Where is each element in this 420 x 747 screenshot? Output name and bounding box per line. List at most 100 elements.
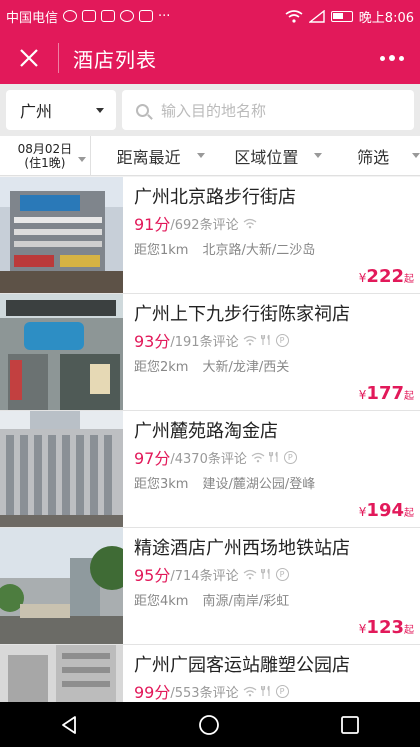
more-menu-button[interactable] [364,32,420,84]
currency-symbol: ¥ [358,622,367,636]
sort-dropdown[interactable]: 距离最近 [91,136,207,175]
area-dropdown[interactable]: 区域位置 [207,136,327,175]
dining-icon [260,568,270,579]
hotel-photo [0,528,123,644]
rating-line: 99分 /553条评论 P [134,679,289,702]
hotel-name: 广州上下九步行街陈家祠店 [134,304,350,325]
review-count: /692条评论 [170,217,239,233]
app-icon [120,10,135,22]
area-tags: 北京路/大新/二沙岛 [202,243,316,258]
hotel-photo [0,294,123,410]
search-icon [136,103,149,117]
price-suffix: 起 [404,625,414,636]
hotel-photo [0,177,123,293]
review-count: /4370条评论 [170,451,247,467]
price-tag: ¥222 起 [359,266,414,287]
chevron-down-icon [77,157,86,162]
hotel-score: 93分 [134,332,171,351]
area-tags: 大新/龙津/西关 [202,360,290,375]
hotel-item[interactable]: 广州上下九步行街陈家祠店 93分 /191条评论 P 距您2km 大新/龙津/西关… [0,294,420,411]
app-icon [139,10,154,22]
wifi-icon [243,686,256,696]
home-icon[interactable] [198,714,220,736]
review-count: /191条评论 [170,334,239,350]
distance: 距您1km [134,243,189,258]
system-nav-bar [0,702,420,747]
rating-line: 93分 /191条评论 P [134,328,289,352]
area-tags: 南源/南岸/彩虹 [202,594,290,609]
chevron-down-icon [96,108,104,113]
destination-search-input[interactable]: 输入目的地名称 [122,90,414,130]
rating-line: 97分 /4370条评论 P [134,445,297,469]
hotel-score: 99分 [134,683,171,702]
hotel-score: 97分 [134,449,171,468]
review-count: /714条评论 [170,568,239,584]
hotel-item[interactable]: 广州麓苑路淘金店 97分 /4370条评论 P 距您3km 建设/麓湖公园/登峰 … [0,411,420,528]
more-dot-icon [389,55,395,61]
parking-icon: P [275,684,289,698]
price-amount: 177 [366,383,404,404]
currency-symbol: ¥ [358,388,367,402]
hotel-item[interactable]: 广州北京路步行街店 91分 /692条评论 距您1km 北京路/大新/二沙岛 ¥2… [0,177,420,294]
search-placeholder: 输入目的地名称 [161,101,267,120]
price-suffix: 起 [404,274,414,285]
price-amount: 194 [366,500,404,521]
wifi-icon [243,569,256,579]
hotel-photo [0,411,123,527]
date-selector[interactable]: 08月02日 (住1晚) [0,136,91,175]
wifi-icon [243,335,256,345]
hotel-photo [0,645,123,702]
hotel-item[interactable]: 精途酒店广州西场地铁站店 95分 /714条评论 P 距您4km 南源/南岸/彩虹… [0,528,420,645]
chevron-down-icon [412,153,420,158]
hotel-name: 广州广园客运站雕塑公园店 [134,655,350,676]
wifi-icon [251,452,265,462]
area-tags: 建设/麓湖公园/登峰 [202,477,316,492]
price-tag: ¥177 起 [359,383,414,404]
currency-symbol: ¥ [358,271,367,285]
page-title: 酒店列表 [73,47,157,72]
price-amount: 222 [366,266,404,287]
currency-symbol: ¥ [358,505,367,519]
rating-line: 91分 /692条评论 [134,211,257,235]
price-amount: 123 [366,617,404,638]
location-line: 距您3km 建设/麓湖公园/登峰 [134,473,315,492]
city-label: 广州 [20,102,53,121]
heart-icon [63,10,78,22]
hotel-list: 广州北京路步行街店 91分 /692条评论 距您1km 北京路/大新/二沙岛 ¥2… [0,177,420,702]
rating-line: 95分 /714条评论 P [134,562,289,586]
filter-dropdown[interactable]: 筛选 [326,136,420,175]
close-button[interactable] [0,32,58,84]
price-suffix: 起 [404,508,414,519]
price-tag: ¥194 起 [359,500,414,521]
filter-bar: 08月02日 (住1晚) 距离最近 区域位置 筛选 [0,136,420,176]
parking-icon: P [275,333,289,347]
cell-signal-icon [308,9,325,23]
hotel-name: 广州北京路步行街店 [134,187,296,208]
hotel-name: 精途酒店广州西场地铁站店 [134,538,350,559]
hotel-score: 95分 [134,566,171,585]
chevron-down-icon [314,153,323,158]
location-line: 距您1km 北京路/大新/二沙岛 [134,239,315,258]
carrier-label: 中国电信 [6,10,59,26]
distance: 距您2km [134,360,189,375]
price-suffix: 起 [404,391,414,402]
clock: 晚上8:06 [358,10,414,26]
status-bar: 中国电信 ··· 晚上8:06 [0,0,420,32]
back-icon[interactable] [60,715,78,735]
hotel-name: 广州麓苑路淘金店 [134,421,278,442]
recent-apps-icon[interactable] [340,715,360,735]
status-left: 中国电信 ··· [6,7,170,26]
wifi-icon [243,218,256,228]
more-notifications: ··· [158,8,171,24]
search-row: 广州 输入目的地名称 [0,84,420,136]
parking-icon: P [283,450,297,464]
app-icon [82,10,97,22]
title-divider [58,43,59,73]
date-line1: 08月02日 [17,141,73,156]
dining-icon [260,334,270,345]
area-label: 区域位置 [234,147,299,167]
city-selector[interactable]: 广州 [6,90,116,130]
hotel-item[interactable]: 广州广园客运站雕塑公园店 99分 /553条评论 P [0,645,420,702]
close-icon [20,49,38,67]
dining-icon [268,451,278,462]
